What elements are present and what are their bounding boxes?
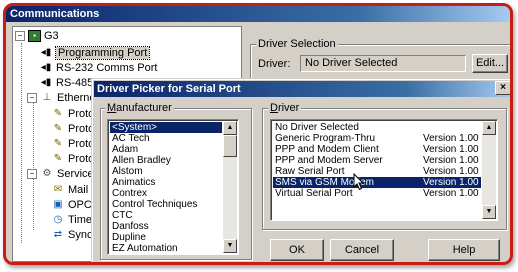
mouse-cursor-icon [353,173,365,191]
time-icon: ◷ [53,214,63,226]
help-button[interactable]: Help [428,239,500,261]
manufacturer-scrollbar[interactable]: ▲ ▼ [223,121,237,253]
scroll-down-icon[interactable]: ▼ [482,205,496,219]
tree-item-g3[interactable]: − ▪ G3 [15,29,59,43]
tree-item-programming-port[interactable]: ◂▮ Programming Port [39,46,151,60]
protocol-icon: ✎ [53,123,63,135]
scroll-down-icon[interactable]: ▼ [223,239,237,253]
list-item[interactable]: SMS via GSM Modem Version 1.00 [273,177,481,188]
port-icon: ◂▮ [40,47,52,59]
collapse-icon[interactable]: − [27,93,37,104]
list-item[interactable]: Raw Serial Port Version 1.00 [273,166,481,177]
close-icon[interactable]: × [495,81,510,95]
tree-item-rs232[interactable]: ◂▮ RS-232 Comms Port [39,61,158,75]
list-item[interactable]: Dupline [110,232,222,243]
services-icon: ⚙ [42,168,52,180]
driver-selection-label: Driver Selection [256,38,338,50]
edit-driver-button[interactable]: Edit... [472,54,508,73]
driver-picker-dialog: Driver Picker for Serial Port × Manufact… [91,78,510,262]
tree-line [21,43,22,243]
manufacturer-list[interactable]: <System> AC Tech Adam Allen Bradley Alst… [107,119,239,255]
device-icon: ▪ [28,30,41,43]
window-frame: Communications − ▪ G3 ◂▮ Programming Port ◂… [3,3,513,265]
port-icon: ◂▮ [40,77,52,89]
protocol-icon: ✎ [53,153,63,165]
list-item[interactable]: Danfoss [110,221,222,232]
scroll-up-icon[interactable]: ▲ [223,121,237,135]
list-item[interactable]: PPP and Modem Client Version 1.00 [273,144,481,155]
dialog-title-bar: Driver Picker for Serial Port [94,81,510,97]
list-item[interactable]: Generic Program-Thru Version 1.00 [273,133,481,144]
protocol-icon: ✎ [53,108,63,120]
driver-label: Driver: [258,58,291,70]
driver-field: No Driver Selected [300,55,466,72]
port-icon: ◂▮ [40,62,52,74]
list-item[interactable]: <System> [110,122,222,133]
tree-item-ethernet[interactable]: − ⊥ Ethernet [27,91,99,105]
scroll-up-icon[interactable]: ▲ [482,121,496,135]
list-item[interactable]: Control Techniques [110,199,222,210]
manufacturer-label: Manufacturer [105,102,174,114]
collapse-icon[interactable]: − [27,169,37,180]
sync-icon: ⇄ [53,229,63,241]
collapse-icon[interactable]: − [15,31,25,42]
list-item[interactable]: Virtual Serial Port Version 1.00 [273,188,481,199]
list-item[interactable]: EZ Automation [110,243,222,254]
tree-item-services[interactable]: − ⚙ Services [27,167,99,181]
mail-icon: ✉ [53,184,63,196]
list-item[interactable]: Animatics [110,177,222,188]
list-item[interactable]: CTC [110,210,222,221]
list-item[interactable]: AC Tech [110,133,222,144]
list-item[interactable]: No Driver Selected [273,122,481,133]
list-item[interactable]: Adam [110,144,222,155]
list-item[interactable]: PPP and Modem Server Version 1.00 [273,155,481,166]
driver-items: No Driver Selected Generic Program-Thru V… [273,122,481,199]
list-item[interactable]: Contrex [110,188,222,199]
driver-list[interactable]: No Driver Selected Generic Program-Thru V… [270,119,498,221]
tree-line [33,100,34,170]
protocol-icon: ✎ [53,138,63,150]
ok-button[interactable]: OK [270,239,324,261]
cancel-button[interactable]: Cancel [330,239,394,261]
driver-list-label: Driver [268,102,302,114]
list-item[interactable]: Allen Bradley [110,155,222,166]
driver-scrollbar[interactable]: ▲ ▼ [482,121,496,219]
dialog-title: Driver Picker for Serial Port [97,83,241,95]
scroll-thumb[interactable] [223,135,237,157]
list-item[interactable]: Alstom [110,166,222,177]
manufacturer-items: <System> AC Tech Adam Allen Bradley Alst… [110,122,222,254]
ethernet-icon: ⊥ [42,92,52,104]
window-title: Communications [6,6,510,22]
opc-icon: ▣ [53,199,63,211]
